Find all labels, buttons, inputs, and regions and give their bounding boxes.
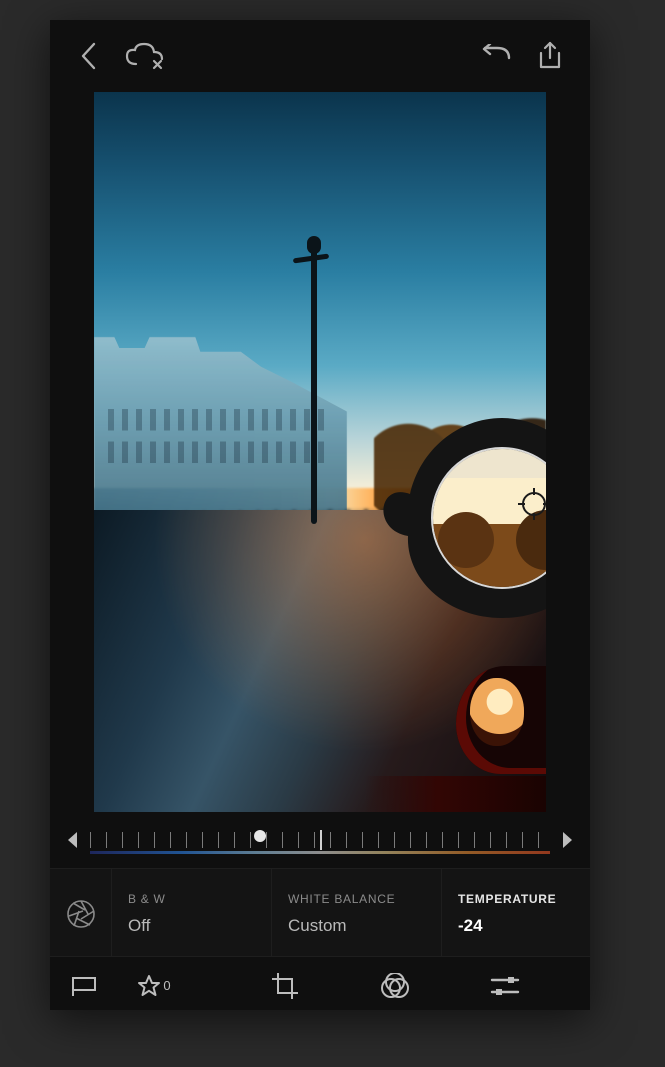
ruler-next-button[interactable] bbox=[556, 828, 580, 852]
param-temp-label: TEMPERATURE bbox=[458, 892, 574, 906]
photo-lamppost bbox=[311, 250, 317, 524]
sliders-icon bbox=[490, 975, 520, 997]
triangle-left-icon bbox=[65, 830, 79, 850]
flag-icon bbox=[70, 975, 98, 997]
ruler-ticks bbox=[90, 832, 550, 848]
cloud-x-icon bbox=[124, 42, 164, 70]
photo-mirror bbox=[456, 666, 546, 774]
crop-button[interactable] bbox=[265, 966, 305, 1006]
back-button[interactable] bbox=[68, 34, 112, 78]
cloud-delete-button[interactable] bbox=[122, 34, 166, 78]
undo-icon bbox=[479, 44, 513, 68]
flag-button[interactable] bbox=[64, 966, 104, 1006]
param-wb-label: WHITE BALANCE bbox=[288, 892, 425, 906]
rating-count: 0 bbox=[163, 978, 170, 993]
param-wb-value: Custom bbox=[288, 916, 425, 936]
photo-trees bbox=[374, 394, 546, 524]
presets-button[interactable] bbox=[375, 966, 415, 1006]
param-temperature[interactable]: TEMPERATURE -24 bbox=[442, 869, 590, 956]
overlap-circles-icon bbox=[380, 973, 410, 999]
crop-icon bbox=[271, 972, 299, 1000]
param-temp-value: -24 bbox=[458, 916, 574, 936]
photo-windows bbox=[108, 409, 325, 481]
share-icon bbox=[537, 41, 563, 71]
ruler-handle[interactable] bbox=[254, 830, 266, 842]
photo-editor-app: B & W Off WHITE BALANCE Custom TEMPERATU… bbox=[50, 20, 590, 1010]
top-toolbar bbox=[50, 20, 590, 92]
bottom-toolbar: 0 bbox=[50, 956, 590, 1014]
lens-profile-button[interactable] bbox=[50, 869, 112, 956]
ruler-colorbar bbox=[90, 851, 550, 854]
photo-canvas[interactable] bbox=[94, 92, 546, 812]
star-icon bbox=[137, 974, 161, 998]
params-strip: B & W Off WHITE BALANCE Custom TEMPERATU… bbox=[50, 868, 590, 956]
undo-button[interactable] bbox=[474, 34, 518, 78]
rating-button[interactable]: 0 bbox=[134, 966, 174, 1006]
param-white-balance[interactable]: WHITE BALANCE Custom bbox=[272, 869, 442, 956]
value-ruler-row bbox=[50, 812, 590, 868]
aperture-icon bbox=[66, 899, 96, 929]
photo-car-body bbox=[365, 776, 546, 812]
chevron-left-icon bbox=[79, 42, 101, 70]
triangle-right-icon bbox=[561, 830, 575, 850]
param-bw-value: Off bbox=[128, 916, 255, 936]
value-ruler[interactable] bbox=[90, 822, 550, 858]
param-bw[interactable]: B & W Off bbox=[112, 869, 272, 956]
adjust-button[interactable] bbox=[485, 966, 525, 1006]
param-bw-label: B & W bbox=[128, 892, 255, 906]
share-button[interactable] bbox=[528, 34, 572, 78]
ruler-prev-button[interactable] bbox=[60, 828, 84, 852]
